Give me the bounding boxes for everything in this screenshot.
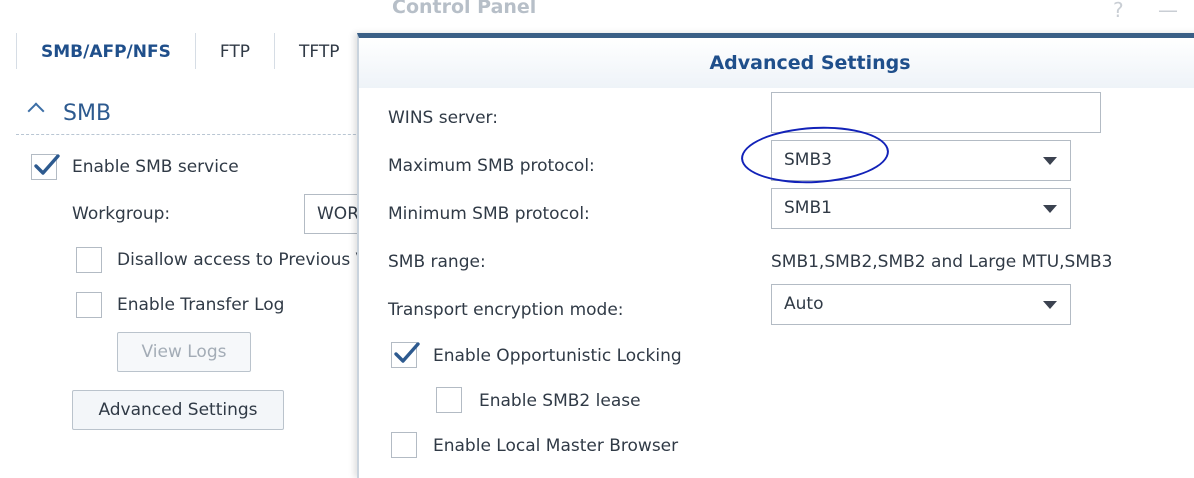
chevron-down-icon — [1043, 301, 1057, 309]
transport-encryption-select[interactable]: Auto — [771, 284, 1071, 325]
chevron-up-icon[interactable] — [27, 102, 45, 120]
transport-encryption-value: Auto — [784, 294, 824, 314]
oplock-checkbox[interactable] — [391, 342, 420, 368]
chevron-down-icon — [1043, 157, 1057, 165]
advanced-settings-button[interactable]: Advanced Settings — [72, 390, 284, 430]
max-smb-protocol-select[interactable]: SMB3 — [771, 140, 1071, 181]
max-smb-protocol-value: SMB3 — [784, 150, 832, 170]
min-smb-protocol-select[interactable]: SMB1 — [771, 188, 1071, 229]
smb2-lease-checkbox[interactable] — [436, 387, 462, 413]
max-smb-protocol-label: Maximum SMB protocol: — [388, 156, 595, 176]
smb-range-value: SMB1,SMB2,SMB2 and Large MTU,SMB3 — [771, 252, 1113, 272]
transport-encryption-label: Transport encryption mode: — [388, 300, 624, 320]
chevron-down-icon — [1043, 205, 1057, 213]
tab-smb-afp-nfs[interactable]: SMB/AFP/NFS — [16, 33, 196, 69]
transfer-log-label: Enable Transfer Log — [117, 295, 285, 315]
dialog-title: Advanced Settings — [709, 52, 911, 74]
advanced-settings-dialog: Advanced Settings WINS server: Maximum S… — [357, 33, 1194, 478]
transfer-log-checkbox[interactable] — [76, 292, 102, 318]
help-icon[interactable]: ? — [1113, 0, 1124, 22]
tab-bar: SMB/AFP/NFS FTP TFTP — [16, 33, 363, 69]
section-title: SMB — [63, 101, 112, 126]
checkmark-icon — [34, 154, 60, 175]
workgroup-label: Workgroup: — [72, 204, 171, 224]
min-smb-protocol-value: SMB1 — [784, 198, 832, 218]
min-smb-protocol-label: Minimum SMB protocol: — [388, 204, 590, 224]
disallow-previous-versions-checkbox[interactable] — [76, 247, 102, 273]
view-logs-button[interactable]: View Logs — [117, 332, 251, 372]
checkmark-icon — [394, 342, 420, 363]
oplock-label: Enable Opportunistic Locking — [433, 346, 682, 366]
wins-server-input[interactable] — [771, 92, 1101, 133]
smb2-lease-label: Enable SMB2 lease — [479, 391, 641, 411]
minimize-icon[interactable]: — — [1158, 0, 1178, 22]
smb-range-label: SMB range: — [388, 252, 486, 272]
wins-server-label: WINS server: — [388, 108, 498, 128]
local-master-browser-label: Enable Local Master Browser — [433, 436, 679, 456]
tab-ftp[interactable]: FTP — [196, 33, 275, 69]
dialog-header: Advanced Settings — [359, 38, 1194, 88]
enable-smb-checkbox[interactable] — [31, 154, 60, 180]
tab-tftp[interactable]: TFTP — [275, 33, 364, 69]
local-master-browser-checkbox[interactable] — [391, 432, 417, 458]
smb-section-header[interactable]: SMB — [16, 96, 376, 135]
window-title: Control Panel — [392, 0, 537, 18]
enable-smb-label: Enable SMB service — [72, 157, 239, 177]
